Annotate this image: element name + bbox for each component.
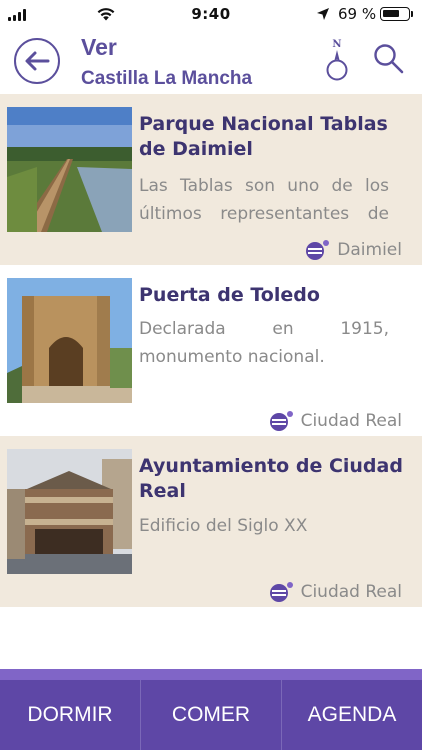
compass-north-icon[interactable]: N [322,36,352,84]
item-place-label: Ciudad Real [300,411,402,431]
location-pin-icon [306,240,330,260]
nav-comer-button[interactable]: COMER [141,680,282,750]
item-description: Edificio del Siglo XX [139,516,308,536]
item-title: Parque Nacional Tablas de Daimiel [139,113,388,160]
nav-agenda-button[interactable]: AGENDA [282,680,422,750]
item-description: Declarada en 1915, monumento nacional. [139,319,389,367]
item-location: Ciudad Real [267,409,402,433]
compass-letter: N [332,39,341,50]
app-header: Ver Castilla La Mancha N [0,28,422,100]
item-title: Puerta de Toledo [139,284,320,306]
page-title: Ver [81,34,117,60]
page-subtitle: Castilla La Mancha [81,68,253,89]
list-item[interactable]: Ayuntamiento de Ciudad Real Edificio del… [0,436,422,607]
item-description: Las Tablas son uno de los últimos repres… [139,176,389,224]
item-photo-wetland [7,107,132,232]
back-button[interactable] [14,38,60,84]
location-arrow-icon [317,8,329,20]
list-item[interactable]: Puerta de Toledo Declarada en 1915, monu… [0,265,422,436]
bottom-nav: DORMIR COMER AGENDA [0,680,422,750]
status-bar: 9:40 69 % [0,0,422,28]
item-photo-gate [7,278,132,403]
bottom-nav-accent-strip [0,669,422,680]
location-pin-icon [269,582,293,602]
battery-tip [411,11,413,17]
search-icon[interactable] [372,42,406,76]
points-of-interest-list: Parque Nacional Tablas de Daimiel Las Ta… [0,94,422,607]
item-location: Ciudad Real [267,580,402,604]
back-arrow-icon [25,51,50,71]
item-place-label: Daimiel [337,240,402,260]
battery-percent: 69 % [338,5,377,23]
item-photo-town-hall [7,449,132,574]
list-item[interactable]: Parque Nacional Tablas de Daimiel Las Ta… [0,94,422,265]
battery-icon [380,7,410,21]
location-pin-icon [269,411,293,431]
item-location: Daimiel [303,238,402,262]
item-title: Ayuntamiento de Ciudad Real [139,455,403,502]
nav-dormir-button[interactable]: DORMIR [0,680,141,750]
item-place-label: Ciudad Real [300,582,402,602]
